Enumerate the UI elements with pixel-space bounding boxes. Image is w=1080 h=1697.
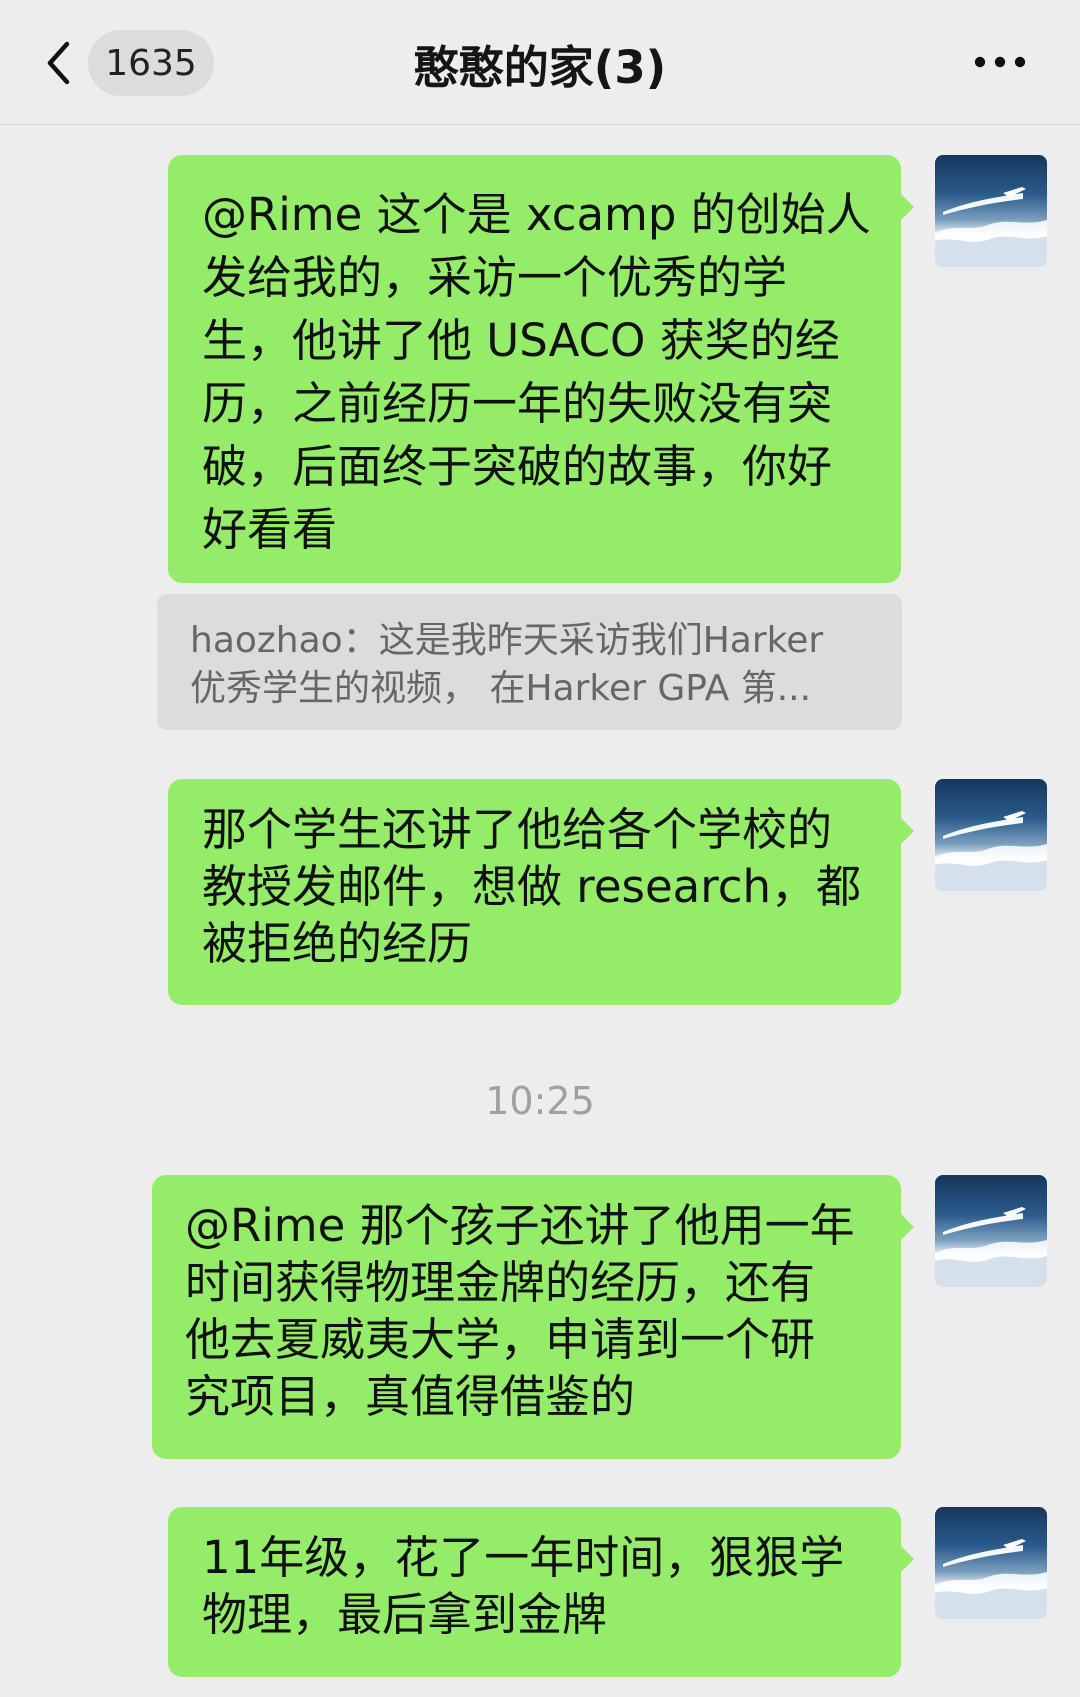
more-button[interactable]: [968, 42, 1032, 82]
message-bubble-3[interactable]: @Rime 那个孩子还讲了他用一年 时间获得物理金牌的经历，还有 他去夏威夷大学…: [152, 1175, 914, 1459]
chat-title: 憨憨的家(3): [413, 40, 667, 94]
timestamp: 10:25: [485, 1079, 595, 1123]
message-line: 11年级，花了一年时间，狠狠学: [202, 1531, 845, 1584]
message-line: 发给我的，采访一个优秀的学: [202, 251, 788, 304]
chevron-left-icon: [47, 41, 70, 85]
message-line: 好看看: [202, 503, 338, 556]
sky-airplane-avatar-icon: [935, 1207, 1047, 1287]
quoted-message[interactable]: haozhao：这是我昨天采访我们Harker 优秀学生的视频， 在Harker…: [157, 594, 902, 730]
message-line: 生，他讲了他 USACO 获奖的经: [202, 314, 840, 367]
message-line: 时间获得物理金牌的经历，还有: [185, 1256, 816, 1309]
unread-count-badge[interactable]: 1635: [88, 30, 214, 96]
more-horizontal-icon: [974, 56, 1026, 68]
message-line: 历，之前经历一年的失败没有突: [202, 377, 833, 430]
message-bubble-4[interactable]: 11年级，花了一年时间，狠狠学 物理，最后拿到金牌: [168, 1507, 914, 1677]
sky-airplane-avatar-icon: [935, 187, 1047, 267]
message-bubble-1[interactable]: @Rime 这个是 xcamp 的创始人 发给我的，采访一个优秀的学 生，他讲了…: [168, 155, 914, 583]
back-button[interactable]: [38, 34, 78, 92]
message-line: 破，后面终于突破的故事，你好: [202, 440, 833, 493]
chat-header: 1635 憨憨的家(3): [0, 0, 1080, 125]
message-line: 被拒绝的经历: [202, 917, 473, 970]
message-line: 他去夏威夷大学，申请到一个研: [185, 1313, 816, 1366]
message-line: 教授发邮件，想做 research，都: [202, 860, 861, 913]
message-line: 那个学生还讲了他给各个学校的: [202, 803, 833, 856]
message-line: 物理，最后拿到金牌: [202, 1588, 608, 1641]
chat-screen: 1635 憨憨的家(3) @Rime 这个是 xcamp 的创始人 发给我的，采…: [0, 0, 1080, 1697]
message-line: 究项目，真值得借鉴的: [185, 1370, 636, 1423]
avatar[interactable]: [935, 1175, 1047, 1287]
avatar[interactable]: [935, 779, 1047, 891]
message-bubble-2[interactable]: 那个学生还讲了他给各个学校的 教授发邮件，想做 research，都 被拒绝的经…: [168, 779, 914, 1005]
quoted-message-line-1: haozhao：这是我昨天采访我们Harker: [190, 620, 824, 661]
quoted-message-line-2: 优秀学生的视频， 在Harker GPA 第...: [190, 668, 812, 709]
avatar[interactable]: [935, 1507, 1047, 1619]
sky-airplane-avatar-icon: [935, 1539, 1047, 1619]
sky-airplane-avatar-icon: [935, 811, 1047, 891]
message-line: @Rime 那个孩子还讲了他用一年: [185, 1199, 855, 1252]
avatar[interactable]: [935, 155, 1047, 267]
message-line: @Rime 这个是 xcamp 的创始人: [202, 188, 871, 241]
